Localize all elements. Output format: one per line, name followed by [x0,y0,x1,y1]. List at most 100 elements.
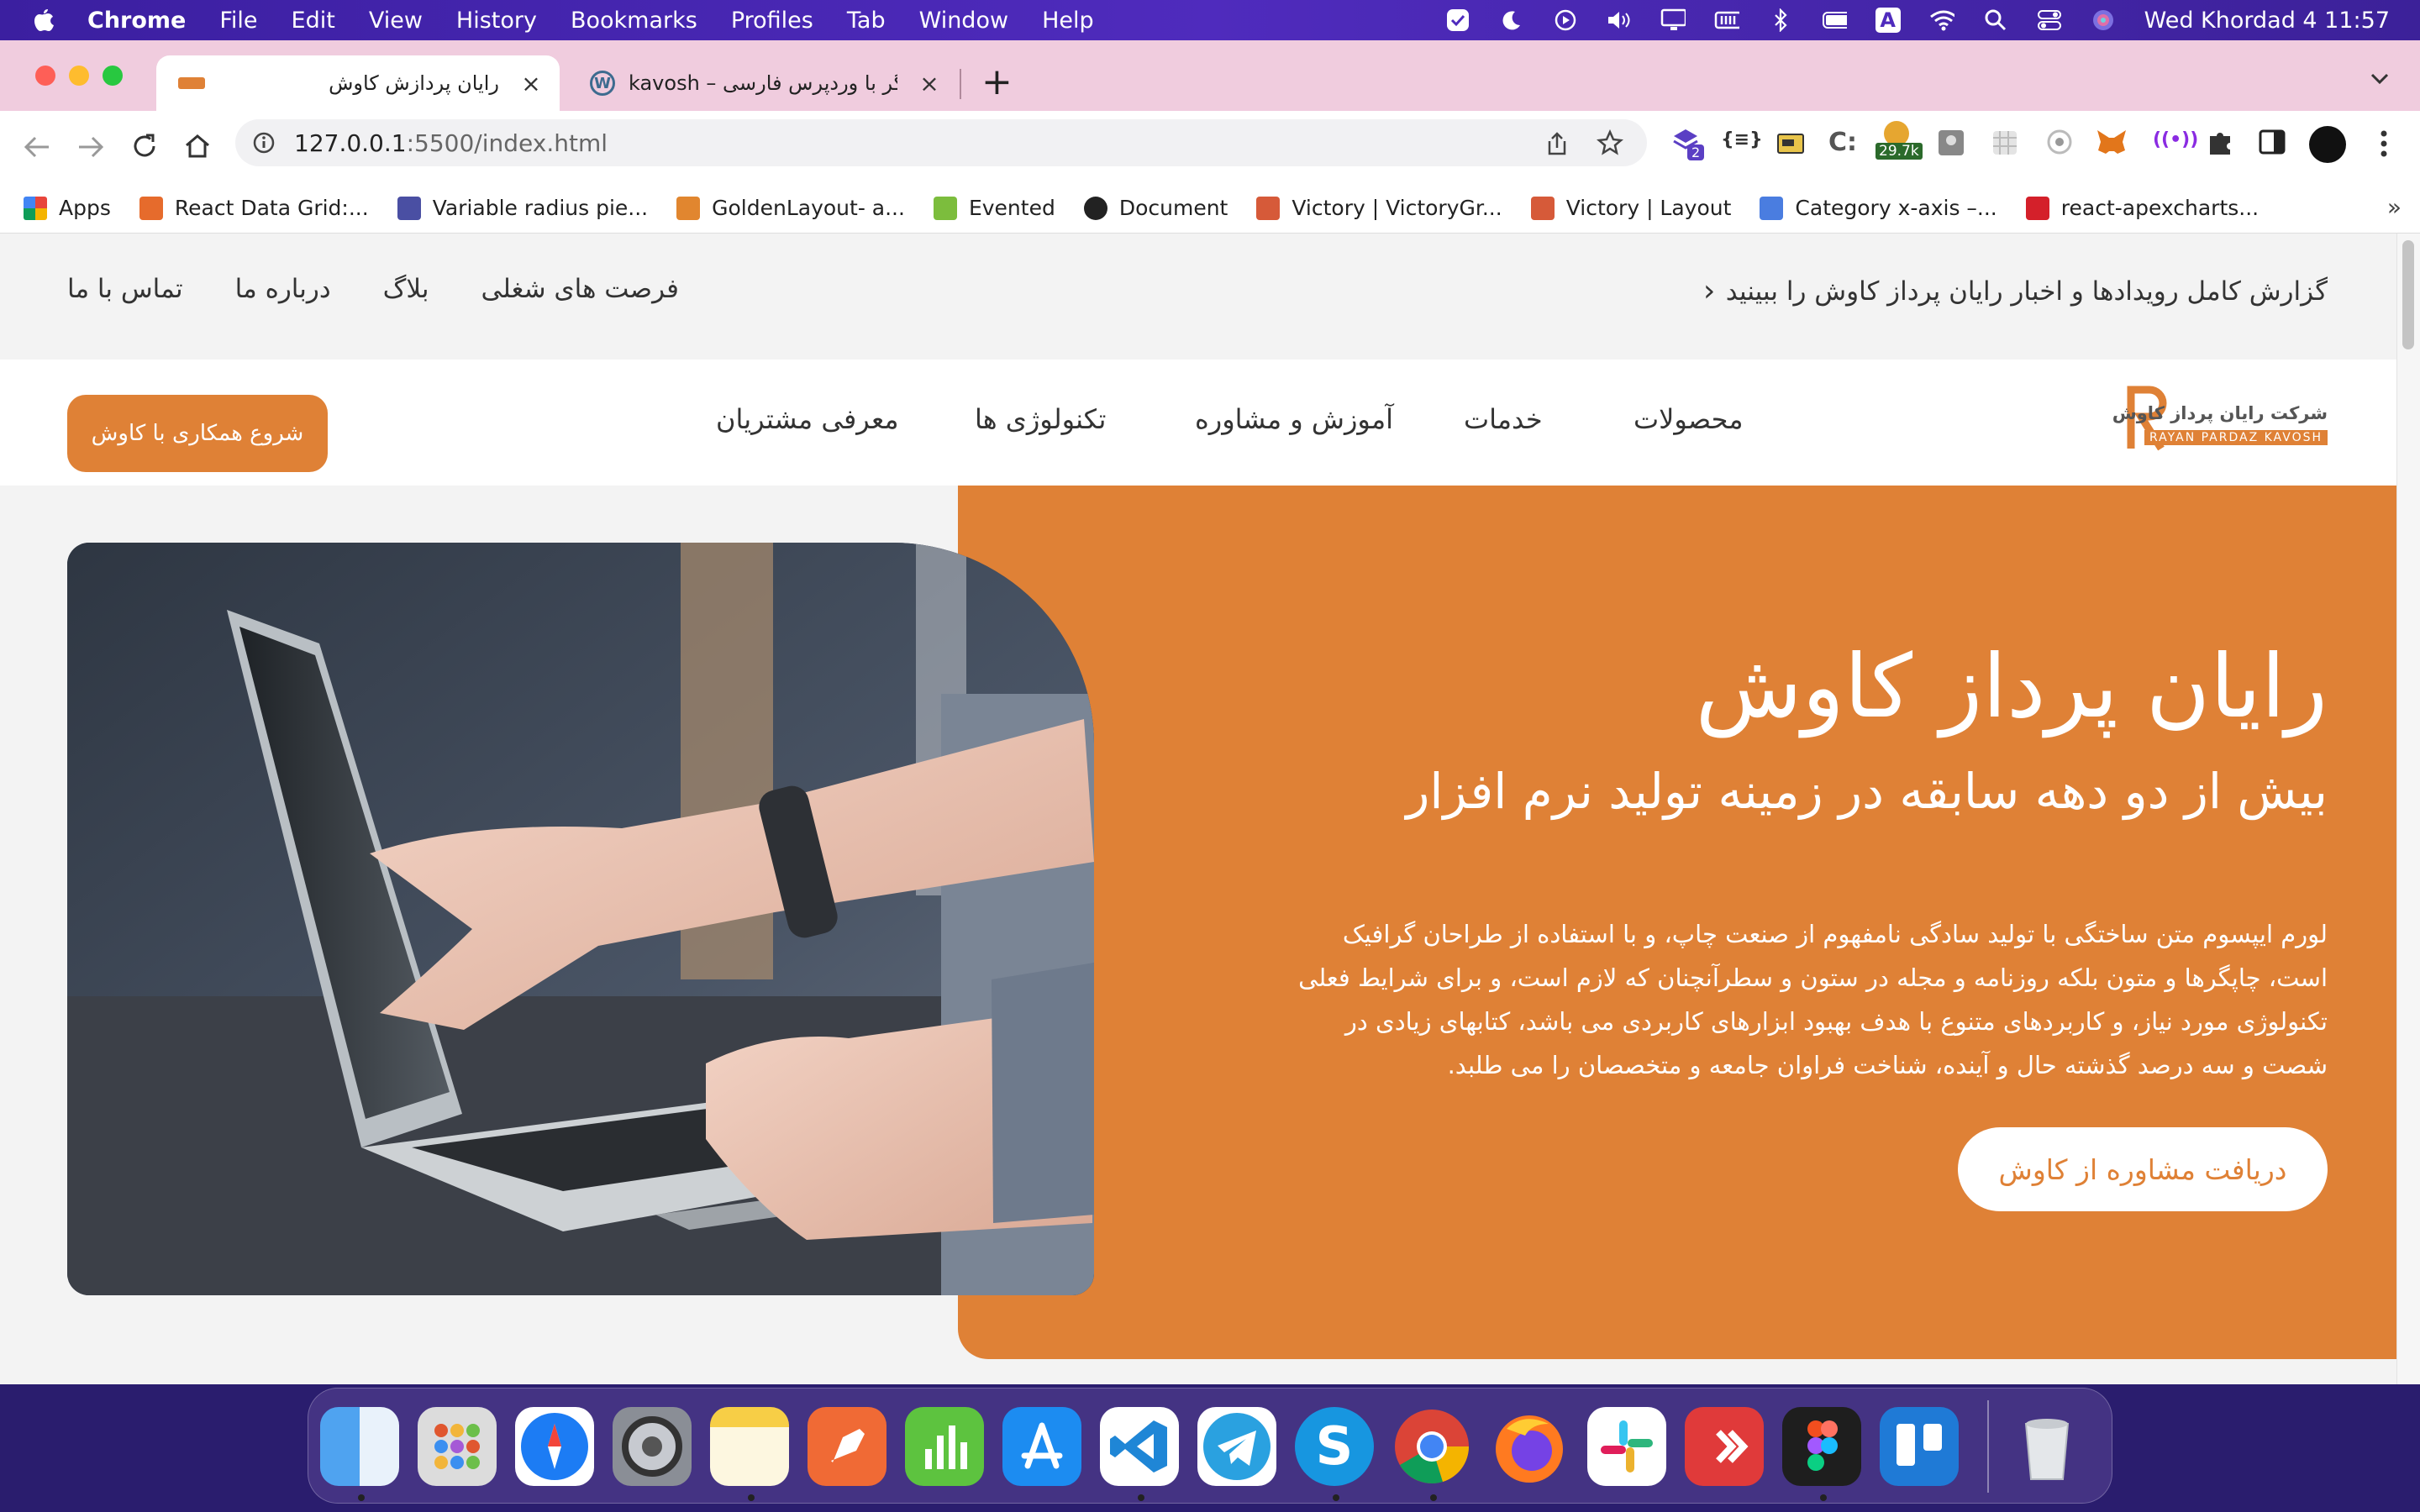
bookmark-item[interactable]: Evented [933,196,1055,220]
news-report-link[interactable]: گزارش کامل رویدادها و اخبار رایان پرداز … [1703,274,2328,308]
figma-icon[interactable] [1782,1407,1861,1486]
bookmark-item[interactable]: Document [1083,196,1228,220]
bookmarks-overflow-icon[interactable]: » [2387,193,2402,221]
moon-icon[interactable] [1499,9,1524,31]
firefox-icon[interactable] [1490,1407,1569,1486]
control-center-icon[interactable] [2037,9,2062,31]
nav-technologies[interactable]: تکنولوژی ها [975,403,1106,435]
profile-avatar[interactable] [2309,126,2346,163]
spotlight-search-icon[interactable] [1983,9,2008,31]
bookmark-item[interactable]: GoldenLayout- a... [676,196,905,220]
bookmark-item[interactable]: Apps [24,196,111,220]
link-contact[interactable]: تماس با ما [67,274,183,304]
link-blog[interactable]: بلاگ [383,274,429,304]
reload-icon[interactable] [131,133,158,160]
bookmark-item[interactable]: Category x-axis –... [1760,196,1997,220]
anydesk-icon[interactable] [1685,1407,1764,1486]
extension-stack-icon[interactable]: 2 [1670,126,1705,160]
input-source-icon[interactable]: A [1875,8,1901,33]
close-tab-icon[interactable]: × [919,70,939,97]
bookmark-item[interactable]: Victory | VictoryGr... [1256,196,1502,220]
memory-icon[interactable] [1714,9,1739,31]
slack-icon[interactable] [1587,1407,1666,1486]
side-panel-icon[interactable] [2259,129,2286,155]
play-circle-icon[interactable] [1553,9,1578,31]
vscode-icon[interactable] [1100,1407,1179,1486]
scrollbar-thumb[interactable] [2402,240,2414,349]
tasks-check-icon[interactable] [1445,9,1470,31]
back-arrow-icon[interactable] [24,134,50,160]
new-tab-button[interactable]: + [981,60,1013,103]
close-tab-icon[interactable]: × [521,70,541,97]
get-consultation-button[interactable]: دریافت مشاوره از کاوش [1958,1127,2328,1211]
chrome-icon[interactable] [1392,1407,1471,1486]
site-info-icon[interactable] [252,131,276,155]
start-cooperation-button[interactable]: شروع همکاری با کاوش [67,395,328,472]
numbers-icon[interactable] [905,1407,984,1486]
trash-icon[interactable] [2007,1407,2086,1486]
share-icon[interactable] [1546,131,1568,156]
metamask-fox-icon[interactable] [2096,128,2128,156]
bookmark-item[interactable]: Victory | Layout [1530,196,1731,220]
nav-services[interactable]: خدمات [1464,403,1543,435]
folder-extension-icon[interactable] [1776,129,1805,156]
tab-active[interactable]: رایان پردازش کاوش × [156,55,560,111]
puzzle-extensions-icon[interactable] [2207,128,2233,156]
menu-history[interactable]: History [456,8,537,34]
menu-tab[interactable]: Tab [847,8,886,34]
translate-extension-icon[interactable]: 29.7k [1876,121,1923,163]
tab-search-chevron-icon[interactable] [2370,72,2390,86]
radio-waves-icon[interactable]: ((•)) [2153,129,2198,150]
grid-extension-icon[interactable] [1991,129,2018,156]
bookmark-item[interactable]: React Data Grid:... [139,196,369,220]
profile-extension-icon[interactable] [1938,129,1965,156]
bookmark-item[interactable]: react-apexcharts... [2025,196,2259,220]
apple-icon[interactable] [32,7,55,34]
notes-icon[interactable] [710,1407,789,1486]
bluetooth-icon[interactable] [1768,8,1793,32]
nav-customers[interactable]: معرفی مشتریان [716,403,899,435]
trello-icon[interactable] [1880,1407,1959,1486]
close-window-button[interactable] [35,66,55,86]
nav-products[interactable]: محصولات [1634,403,1743,435]
bookmark-star-icon[interactable] [1597,129,1623,156]
link-about[interactable]: درباره ما [235,274,331,304]
cache-killer-icon[interactable]: C: [1828,128,1857,157]
home-icon[interactable] [183,133,212,160]
page-scrollbar[interactable] [2396,234,2420,1384]
safari-icon[interactable] [515,1407,594,1486]
wifi-icon[interactable] [1929,9,1954,31]
system-preferences-icon[interactable] [613,1407,692,1486]
display-icon[interactable] [1660,8,1686,31]
battery-icon[interactable] [1822,9,1847,31]
pen-tool-icon[interactable] [808,1407,886,1486]
siri-icon[interactable] [2091,9,2116,31]
bookmark-item[interactable]: Variable radius pie... [397,196,648,220]
menu-profiles[interactable]: Profiles [731,8,813,34]
menu-app-name[interactable]: Chrome [87,8,186,34]
menu-file[interactable]: File [219,8,257,34]
telegram-icon[interactable] [1197,1407,1276,1486]
link-jobs[interactable]: فرصت های شغلی [481,274,679,304]
menu-view[interactable]: View [369,8,423,34]
timer-extension-icon[interactable] [2045,128,2074,156]
volume-icon[interactable] [1607,9,1632,31]
menu-window[interactable]: Window [919,8,1008,34]
finder-icon[interactable] [320,1407,399,1486]
json-viewer-icon[interactable]: {≡} [1721,129,1763,150]
zoom-window-button[interactable] [103,66,123,86]
nav-training[interactable]: آموزش و مشاوره [1195,403,1393,435]
skype-icon[interactable]: S [1295,1407,1374,1486]
launchpad-icon[interactable] [418,1407,497,1486]
clock[interactable]: Wed Khordad 4 11:57 [2144,8,2390,34]
minimize-window-button[interactable] [69,66,89,86]
forward-arrow-icon[interactable] [77,134,104,160]
app-store-icon[interactable] [1002,1407,1081,1486]
menu-help[interactable]: Help [1042,8,1094,34]
address-bar[interactable]: 127.0.0.1:5500/index.html [235,119,1647,166]
tab-inactive[interactable]: W kavosh – یک سایت دیگر با وردپرس فارسی … [571,55,958,111]
menu-edit[interactable]: Edit [292,8,335,34]
chrome-menu-icon[interactable] [2380,129,2388,158]
menu-bookmarks[interactable]: Bookmarks [571,8,697,34]
site-logo[interactable]: شرکت رایان پرداز کاوش RAYAN PARDAZ KAVOS… [2112,378,2328,459]
